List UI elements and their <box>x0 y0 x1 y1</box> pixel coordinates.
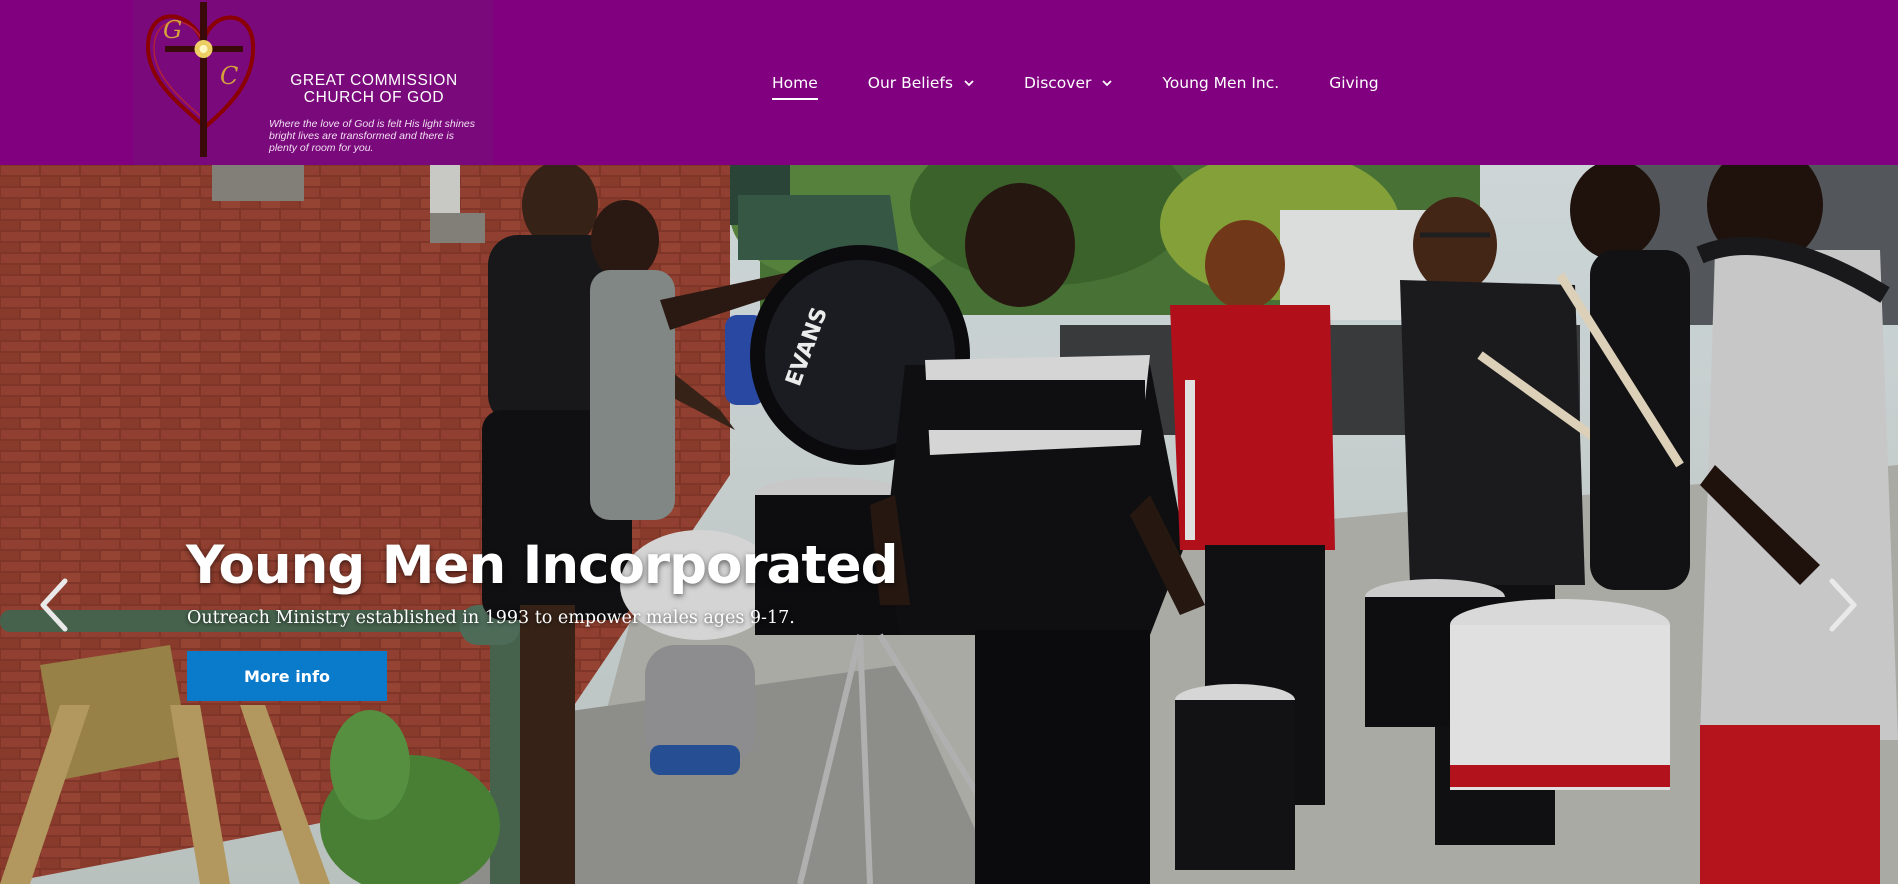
hero-slider: EVANS <box>0 165 1898 884</box>
nav-item-home[interactable]: Home <box>772 68 818 100</box>
nav-label-our-beliefs: Our Beliefs <box>867 73 953 92</box>
nav-item-young-men-inc[interactable]: Young Men Inc. <box>1162 68 1279 98</box>
church-name-line2: CHURCH OF GOD <box>303 89 445 106</box>
nav-label-discover: Discover <box>1023 73 1092 92</box>
nav-label-home: Home <box>772 73 818 92</box>
main-nav: Home Our Beliefs Discover Young Men Inc.… <box>772 0 1429 165</box>
logo-initial-g: G <box>163 16 182 44</box>
heart-cross-logo-icon: G C <box>145 2 256 157</box>
nav-item-our-beliefs[interactable]: Our Beliefs <box>868 68 974 98</box>
site-logo[interactable]: G C GREAT COMMISSION CHURCH OF GOD Where… <box>133 0 493 165</box>
chevron-right-icon[interactable] <box>1822 575 1862 635</box>
nav-item-giving[interactable]: Giving <box>1329 68 1378 98</box>
church-name-line1: GREAT COMMISSION <box>290 72 458 89</box>
chevron-down-icon <box>964 79 974 86</box>
hero-subtitle: Outreach Ministry established in 1993 to… <box>187 608 795 628</box>
hero-title: Young Men Incorporated <box>186 535 899 596</box>
hero-photo-drumline: EVANS <box>0 165 1898 884</box>
logo-initial-c: C <box>220 62 238 90</box>
more-info-button[interactable]: More info <box>187 651 387 701</box>
chevron-left-icon[interactable] <box>35 575 75 635</box>
church-tagline: Where the love of God is felt His light … <box>269 118 476 154</box>
nav-label-young-men-inc: Young Men Inc. <box>1162 73 1280 92</box>
nav-item-discover[interactable]: Discover <box>1023 68 1113 98</box>
site-header: G C GREAT COMMISSION CHURCH OF GOD Where… <box>0 0 1898 165</box>
church-name: GREAT COMMISSION CHURCH OF GOD <box>269 72 479 106</box>
chevron-down-icon <box>1102 79 1113 86</box>
nav-label-giving: Giving <box>1329 73 1379 92</box>
